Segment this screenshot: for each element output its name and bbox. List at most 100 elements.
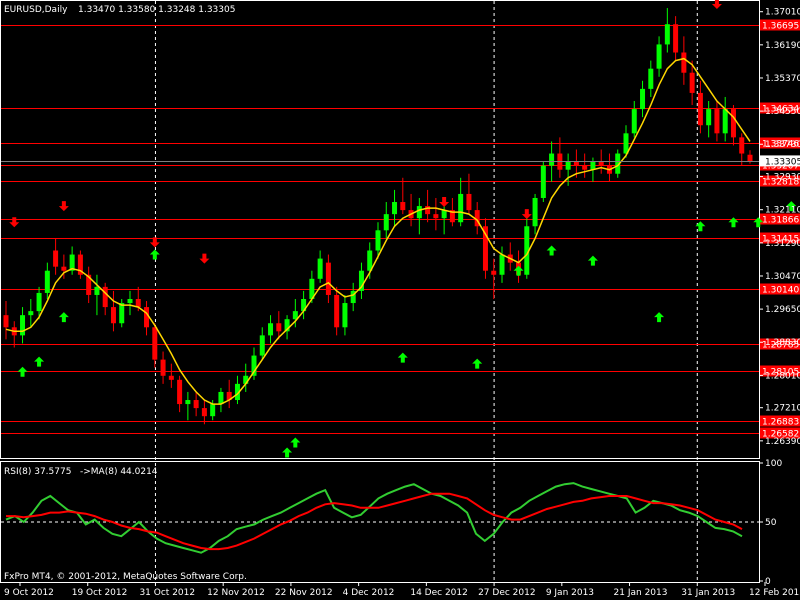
candle-body	[648, 68, 654, 89]
candle-body	[714, 109, 720, 134]
candle-body	[152, 327, 158, 360]
ohlc-label: 1.33470 1.33580 1.33248 1.33305	[78, 5, 235, 15]
date-tick-label: 27 Dec 2012	[478, 588, 536, 598]
rsi-line	[5, 482, 743, 554]
candle-body	[44, 270, 50, 293]
candle-body	[697, 92, 703, 126]
candle-body	[673, 24, 679, 53]
horizontal-levels: 1.366951.346341.337461.332071.328181.318…	[1, 19, 800, 440]
up-arrow-icon	[58, 312, 69, 323]
candle-body	[102, 286, 108, 308]
candle-body	[392, 202, 398, 215]
down-arrow-icon	[199, 253, 210, 264]
price-tick-label: 1.36190	[765, 41, 800, 51]
down-arrow-icon	[9, 217, 20, 228]
date-tick-label: 31 Jan 2013	[681, 588, 735, 598]
candle-body	[730, 109, 736, 138]
date-axis: 9 Oct 2012 19 Oct 2012 31 Oct 2012 12 Nov 2…	[4, 582, 800, 598]
price-tick-label: 1.30470	[765, 272, 800, 282]
date-tick-label: 19 Oct 2012	[72, 588, 128, 598]
candle-body	[573, 161, 579, 166]
date-tick-label: 21 Jan 2013	[614, 588, 668, 598]
candle-body	[491, 270, 497, 275]
candle-body	[689, 72, 695, 93]
candle-body	[656, 44, 662, 69]
price-tick-label: 1.32930	[765, 173, 800, 183]
candle-body	[334, 294, 340, 328]
price-tick-label: 1.37010	[765, 8, 800, 18]
rsi-tick-label: 0	[765, 577, 771, 587]
candle-body	[623, 133, 629, 154]
candle-body	[664, 24, 670, 45]
date-tick-label: 14 Dec 2012	[410, 588, 468, 598]
down-arrow-icon	[439, 197, 450, 208]
price-tick-label: 1.35370	[765, 74, 800, 84]
date-tick-label: 9 Oct 2012	[4, 588, 54, 598]
candle-body	[383, 214, 389, 231]
candle-body	[177, 379, 183, 405]
up-arrow-icon	[149, 249, 160, 260]
price-tick-label: 1.34550	[765, 107, 800, 117]
candle-body	[532, 197, 538, 227]
price-tick-label: 1.31290	[765, 239, 800, 249]
up-arrow-icon	[282, 447, 293, 458]
price-tick-label: 1.29650	[765, 305, 800, 315]
up-arrow-icon	[587, 255, 598, 266]
candle-body	[425, 206, 431, 215]
down-arrow-icon	[521, 209, 532, 220]
candles-group	[3, 8, 753, 425]
candle-body	[466, 193, 472, 211]
rsi-label: RSI(8) 37.5775	[4, 467, 71, 477]
candle-body	[185, 400, 191, 405]
candle-body	[276, 323, 282, 332]
rsi-tick-label: 50	[765, 518, 777, 528]
candle-body	[94, 286, 100, 295]
candle-body	[681, 52, 687, 73]
candle-body	[119, 303, 125, 324]
price-axis: 1.37010 1.36190 1.35370 1.34550 1.33730 1.329…	[1, 8, 800, 447]
date-tick-label: 12 Feb 2013	[749, 588, 800, 598]
price-tick-label: 1.28830	[765, 338, 800, 348]
level-label: 1.30140	[762, 286, 799, 296]
candle-body	[640, 88, 646, 110]
rsi-ma-label: ->MA(8) 44.0214	[80, 467, 158, 477]
candle-body	[631, 109, 637, 134]
candle-body	[127, 299, 133, 304]
candle-body	[458, 193, 464, 223]
up-arrow-icon	[290, 437, 301, 448]
candle-body	[317, 258, 323, 279]
main-panel-frame	[0, 0, 760, 459]
up-arrow-icon	[546, 245, 557, 256]
candle-body	[268, 323, 274, 336]
up-arrow-icon	[472, 358, 483, 369]
rsi-tick-label: 100	[765, 459, 782, 469]
candle-body	[416, 206, 422, 219]
date-tick-label: 4 Dec 2012	[343, 588, 395, 598]
candle-body	[540, 165, 546, 198]
candle-body	[590, 161, 596, 170]
candle-body	[193, 400, 199, 409]
symbol-label: EURUSD,Daily	[4, 5, 68, 15]
candle-body	[342, 303, 348, 328]
price-tick-label: 1.33730	[765, 140, 800, 150]
candle-body	[747, 154, 753, 162]
date-tick-label: 9 Jan 2013	[546, 588, 594, 598]
date-tick-label: 31 Oct 2012	[139, 588, 195, 598]
date-tick-label: 12 Nov 2012	[207, 588, 265, 598]
candle-body	[53, 250, 59, 267]
candle-body	[739, 137, 745, 154]
candle-body	[110, 307, 116, 324]
current-price-label: 1.33305	[765, 157, 800, 167]
candle-body	[499, 254, 505, 275]
candle-body	[325, 262, 331, 295]
price-tick-label: 1.28010	[765, 371, 800, 381]
price-tick-label: 1.27210	[765, 404, 800, 414]
copyright-label: FxPro MT4, © 2001-2012, MetaQuotes Softw…	[4, 572, 247, 582]
candle-body	[135, 299, 141, 308]
candle-body	[433, 214, 439, 219]
up-arrow-icon	[654, 312, 665, 323]
up-arrow-icon	[397, 352, 408, 363]
candle-body	[565, 161, 571, 170]
candle-body	[3, 315, 9, 328]
candle-body	[28, 311, 34, 316]
